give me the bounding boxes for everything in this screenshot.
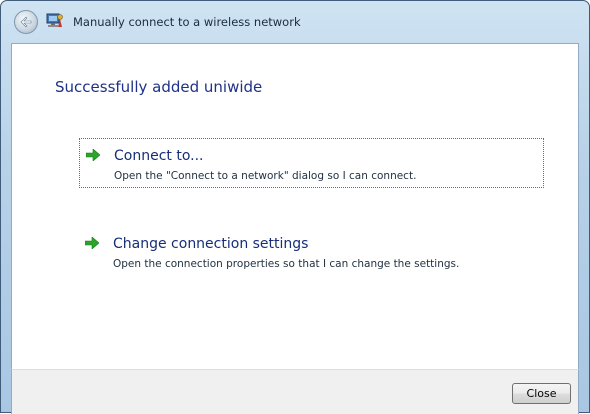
option-description: Open the connection properties so that I… (113, 258, 460, 270)
back-arrow-icon (20, 16, 32, 28)
option-title: Connect to... (114, 148, 204, 164)
page-heading: Successfully added uniwide (55, 78, 263, 96)
green-arrow-icon (85, 237, 99, 249)
button-bar: Close (11, 369, 579, 414)
close-button[interactable]: Close (512, 383, 571, 404)
content-panel: Successfully added uniwide Connect to...… (11, 43, 579, 370)
option-title: Change connection settings (113, 236, 309, 252)
dialog-window: Manually connect to a wireless network S… (0, 0, 590, 414)
title-bar: Manually connect to a wireless network (1, 1, 589, 43)
change-connection-settings-option[interactable]: Change connection settings Open the conn… (79, 227, 544, 277)
connect-to-option[interactable]: Connect to... Open the "Connect to a net… (79, 138, 544, 188)
window-title: Manually connect to a wireless network (73, 15, 301, 29)
back-button[interactable] (14, 10, 38, 34)
wireless-network-icon (46, 13, 63, 27)
green-arrow-icon (86, 149, 100, 161)
option-description: Open the "Connect to a network" dialog s… (114, 170, 417, 182)
